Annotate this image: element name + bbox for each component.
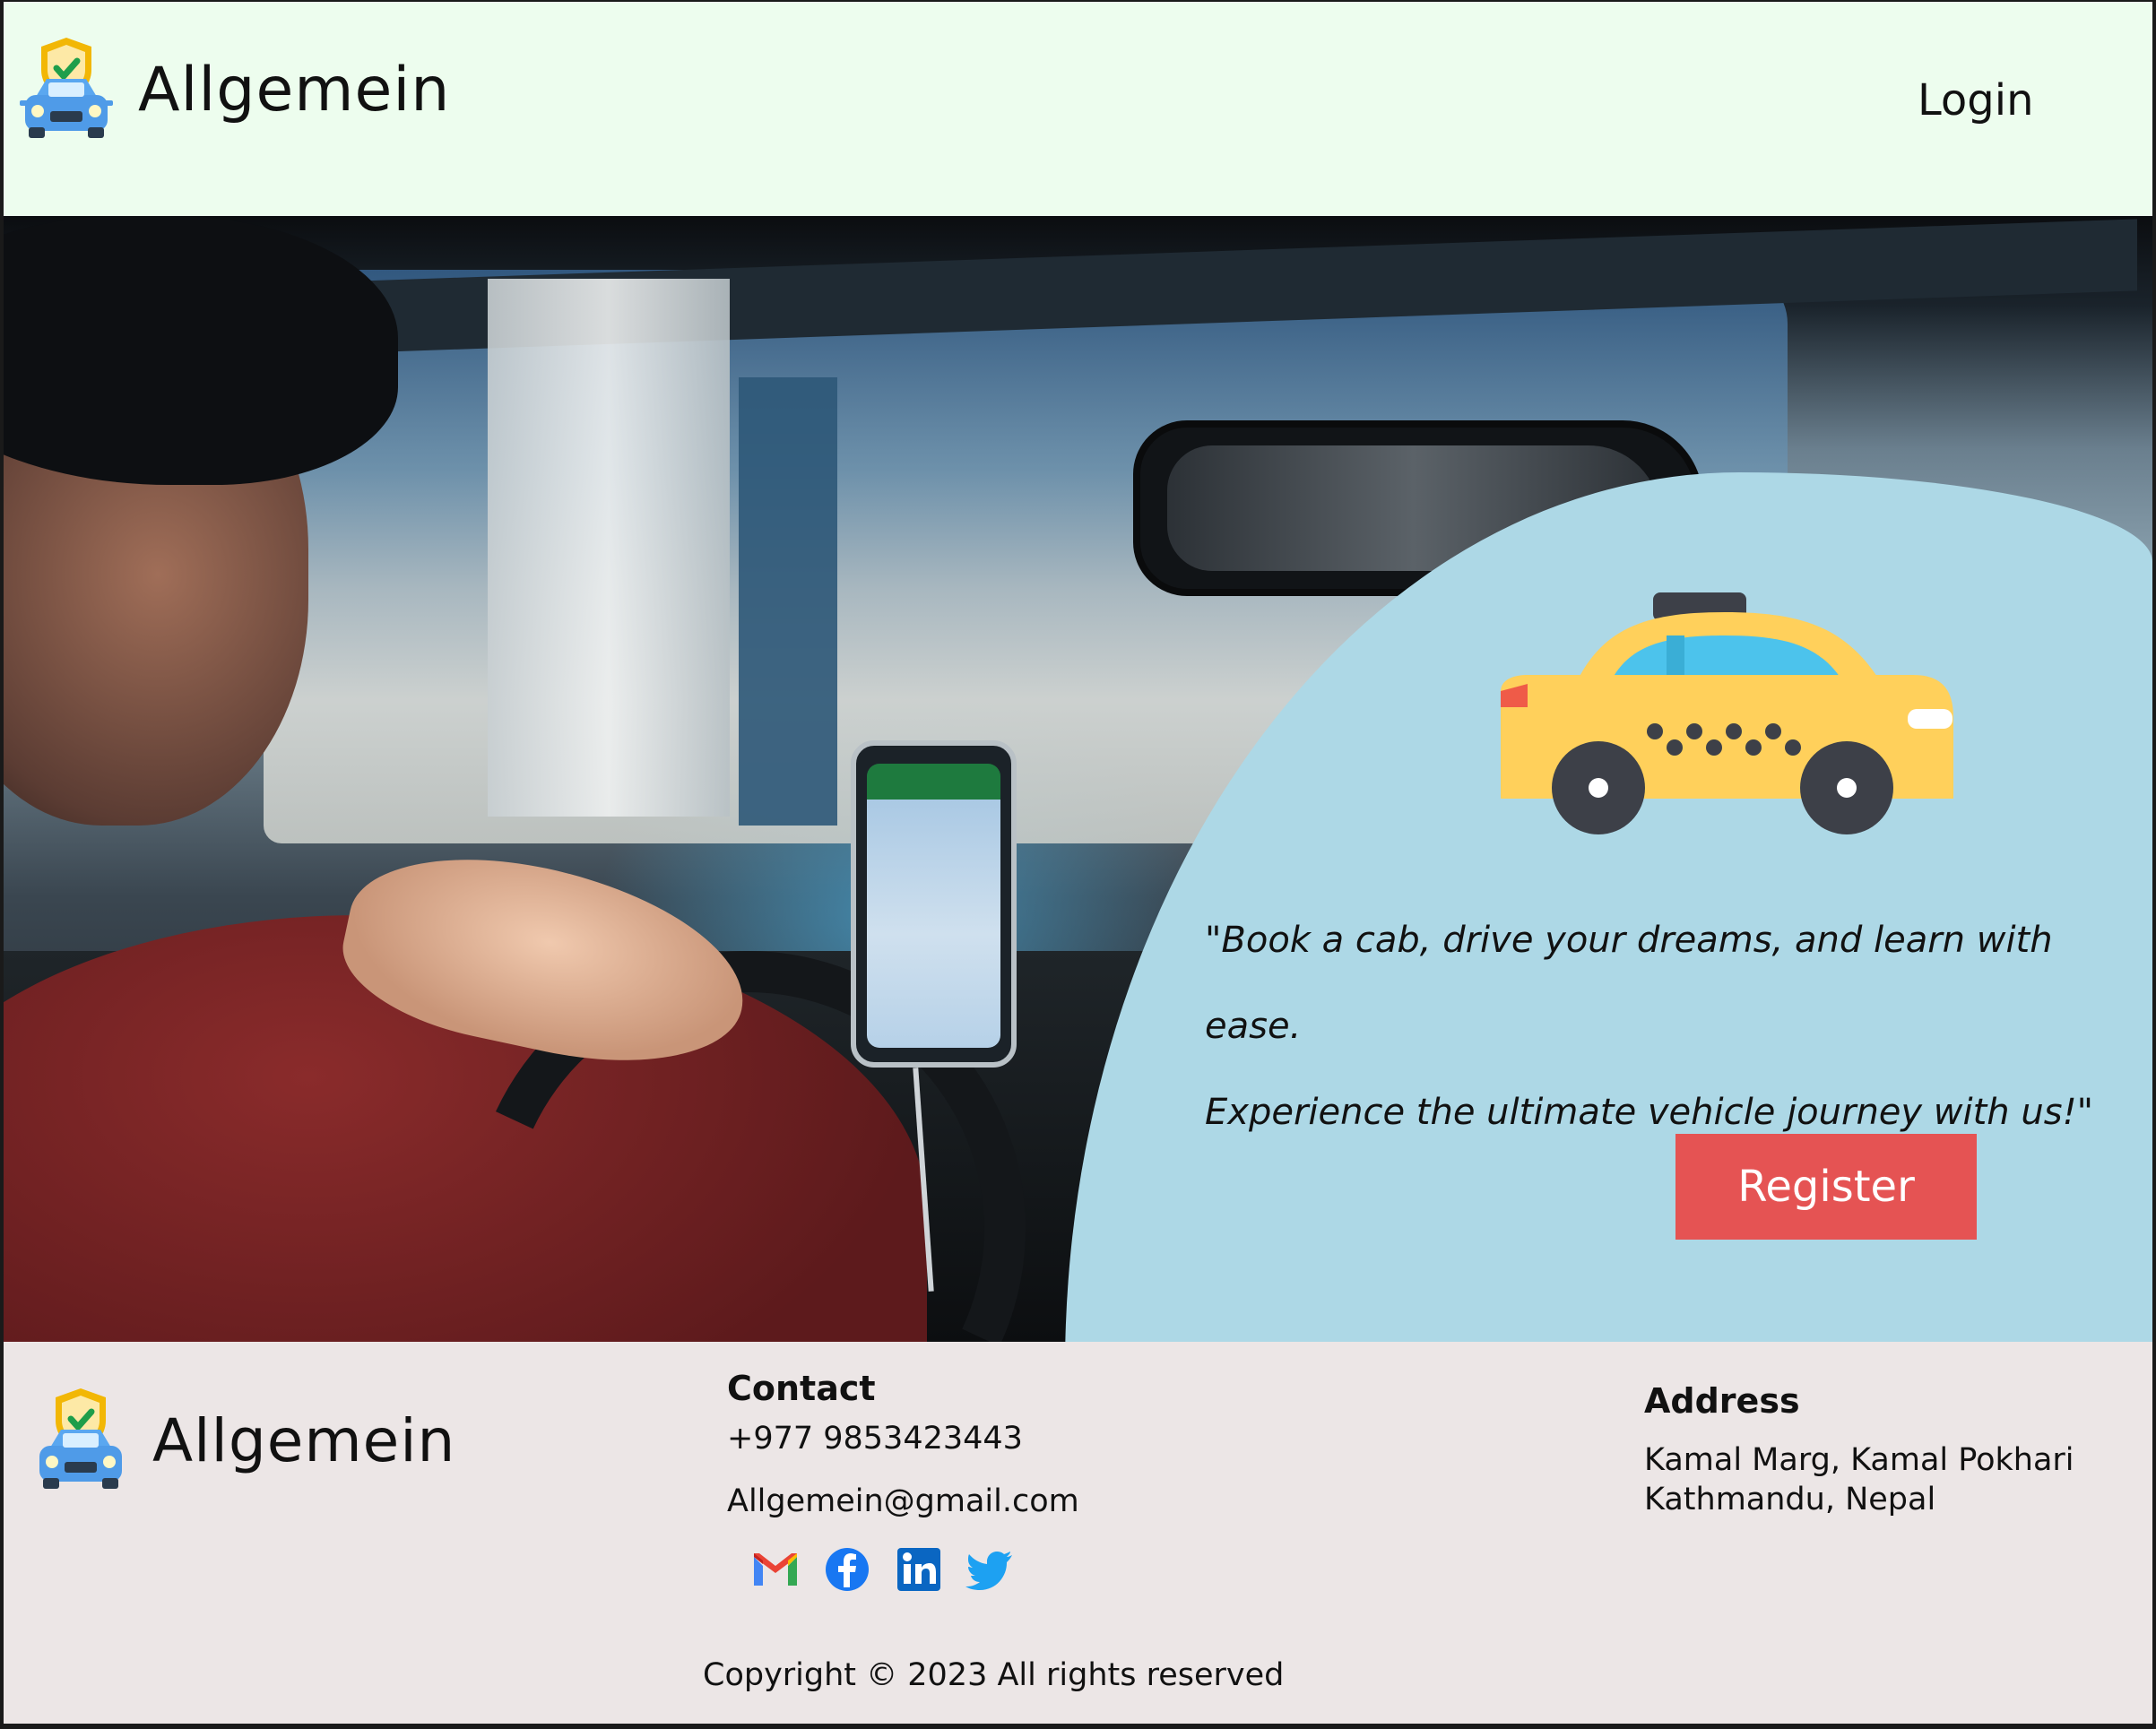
facebook-icon[interactable] xyxy=(822,1544,872,1595)
contact-heading: Contact xyxy=(727,1369,876,1408)
footer-brand[interactable]: Allgemein xyxy=(34,1387,455,1494)
pillar xyxy=(739,377,837,826)
hero-quote: "Book a cab, drive your dreams, and lear… xyxy=(1205,897,2137,1155)
twitter-icon[interactable] xyxy=(965,1544,1016,1595)
footer-brand-name: Allgemein xyxy=(152,1405,456,1475)
copyright-text: Copyright © 2023 All rights reserved xyxy=(703,1657,1285,1693)
taxi-icon xyxy=(1501,592,1953,834)
brand[interactable]: Allgemein xyxy=(20,36,450,143)
pillar xyxy=(488,279,730,817)
address-line: Kamal Marg, Kamal Pokhari xyxy=(1644,1442,2074,1478)
gmail-icon[interactable] xyxy=(750,1544,801,1595)
site-header: Allgemein Login xyxy=(4,2,2152,216)
login-link[interactable]: Login xyxy=(1918,75,2034,125)
brand-name: Allgemein xyxy=(138,54,451,125)
contact-email[interactable]: Allgemein@gmail.com xyxy=(727,1483,1079,1519)
hero-section: "Book a cab, drive your dreams, and lear… xyxy=(4,216,2152,1342)
address-heading: Address xyxy=(1644,1381,1800,1421)
driver-cap xyxy=(4,216,398,485)
footer-address: Address Kamal Marg, Kamal Pokhari Kathma… xyxy=(1644,1381,2074,1519)
linkedin-icon[interactable] xyxy=(894,1544,944,1595)
phone-map-screen xyxy=(867,764,1000,1048)
contact-phone[interactable]: +977 9853423443 xyxy=(727,1421,1079,1457)
page-frame: Allgemein Login "Book a cab, drive your … xyxy=(4,2,2152,1724)
address-line: Kathmandu, Nepal xyxy=(1644,1482,1936,1517)
phone-mount xyxy=(851,740,1017,1068)
car-shield-icon xyxy=(39,1388,122,1489)
car-shield-icon xyxy=(20,38,113,138)
quote-line: Experience the ultimate vehicle journey … xyxy=(1205,1092,2093,1133)
register-button[interactable]: Register xyxy=(1675,1134,1977,1240)
social-links xyxy=(750,1544,1079,1595)
footer-contact: Contact +977 9853423443 Allgemein@gmail.… xyxy=(727,1369,1079,1595)
quote-line: "Book a cab, drive your dreams, and lear… xyxy=(1205,920,2053,1047)
site-footer: Allgemein Contact +977 9853423443 Allgem… xyxy=(4,1342,2152,1724)
